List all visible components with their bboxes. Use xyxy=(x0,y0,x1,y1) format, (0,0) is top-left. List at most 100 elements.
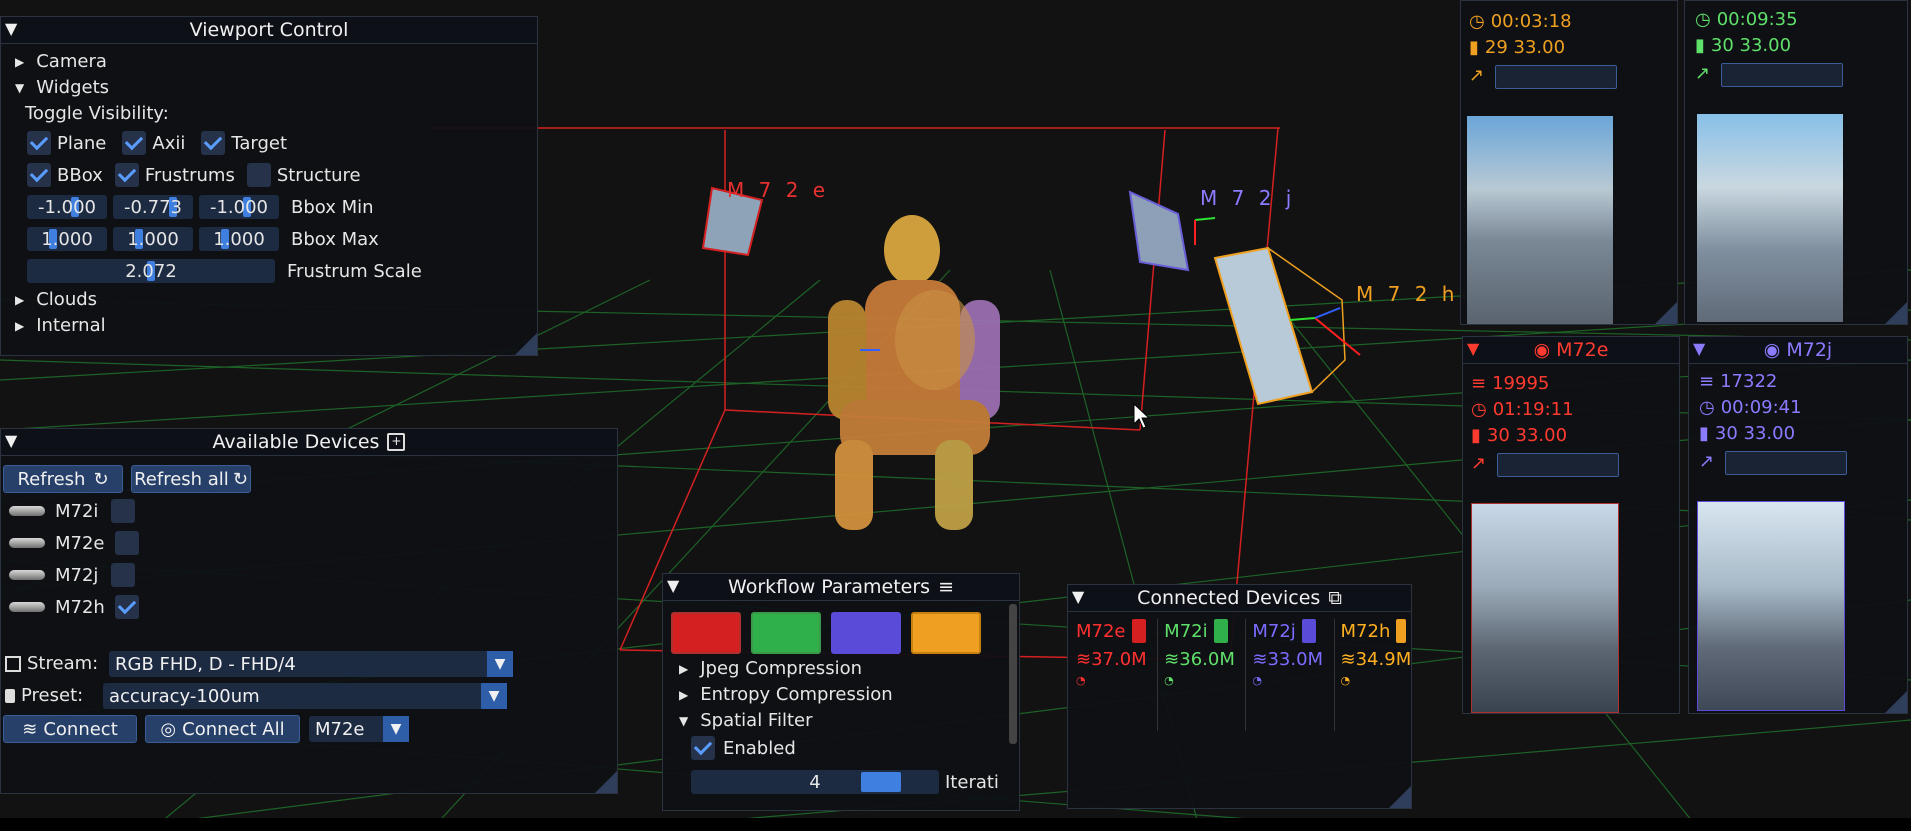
refresh-button[interactable]: Refresh ↻ xyxy=(3,465,123,493)
chevron-down-icon: ▼ xyxy=(383,716,409,742)
toggle-visibility-label: Toggle Visibility: xyxy=(25,103,169,124)
tree-node-widgets[interactable]: ▼ Widgets xyxy=(15,77,109,98)
resize-grip[interactable] xyxy=(1389,786,1411,808)
connect-target-combo[interactable]: M72e ▼ xyxy=(309,716,409,742)
connected-devices-titlebar[interactable]: ▼ Connected Devices ⧉ xyxy=(1068,585,1411,612)
points-icon: ≡ xyxy=(1471,373,1487,394)
collapse-triangle-icon[interactable]: ▼ xyxy=(1072,587,1084,606)
card-titlebar[interactable]: ▼ ◉ M72e xyxy=(1463,337,1679,364)
device-card-top-left: ◷ 00:03:18 ▮ 29 33.00 ↗ xyxy=(1460,0,1678,325)
bbox-min-z-slider[interactable]: -1.000 xyxy=(199,195,279,219)
available-devices-titlebar[interactable]: ▼ Available Devices + xyxy=(1,429,617,456)
wifi-icon: ≋ xyxy=(1164,649,1180,670)
device-card-top-right: ◷ 00:09:35 ▮ 30 33.00 ↗ xyxy=(1684,0,1908,325)
refresh-icon: ↻ xyxy=(232,468,248,490)
collapse-triangle-icon[interactable]: ▼ xyxy=(5,19,17,38)
iterations-slider[interactable]: 4 xyxy=(691,770,939,794)
stream-icon xyxy=(5,655,21,672)
swatch-red[interactable] xyxy=(671,612,741,654)
collapse-triangle-icon: ▼ xyxy=(1693,339,1706,358)
target-checkbox[interactable] xyxy=(201,131,226,155)
sparkline xyxy=(1721,63,1843,87)
3d-icon: ◔ xyxy=(1164,674,1174,687)
refresh-all-button[interactable]: Refresh all ↻ xyxy=(131,465,251,493)
collapse-triangle-icon[interactable]: ▼ xyxy=(667,576,679,595)
frustrums-checkbox[interactable] xyxy=(114,163,139,187)
bbox-max-y-slider[interactable]: 1.000 xyxy=(113,227,193,251)
plane-checkbox[interactable] xyxy=(27,131,51,155)
camera-device-icon xyxy=(9,602,45,612)
panel-title: Viewport Control xyxy=(189,19,349,41)
swatch-green[interactable] xyxy=(751,612,821,654)
connected-device-columns: M72e ≋37.0M ◔ M72i ≋36.0M ◔ M72j ≋33.0M … xyxy=(1076,619,1411,731)
device-m72e-checkbox[interactable] xyxy=(115,531,139,555)
axii-checkbox[interactable] xyxy=(122,131,147,155)
workflow-titlebar[interactable]: ▼ Workflow Parameters ≡ xyxy=(663,574,1019,601)
device-row: M72i xyxy=(9,499,135,523)
bbox-max-x-slider[interactable]: 1.000 xyxy=(27,227,107,251)
signal-icon: ◎ xyxy=(160,718,177,740)
swatch-purple[interactable] xyxy=(831,612,901,654)
connected-devices-panel: ▼ Connected Devices ⧉ M72e ≋37.0M ◔ M72i… xyxy=(1067,584,1412,809)
swatch-orange[interactable] xyxy=(911,612,981,654)
bbox-min-x-slider[interactable]: -1.000 xyxy=(27,195,107,219)
wifi-icon: ≋ xyxy=(1340,649,1356,670)
camera-device-icon xyxy=(9,538,45,548)
expand-arrow-icon: ▶ xyxy=(15,318,25,333)
chart-icon: ↗ xyxy=(1699,451,1715,472)
connect-button[interactable]: ≋ Connect xyxy=(3,715,137,743)
collapse-triangle-icon[interactable]: ▼ xyxy=(5,431,17,450)
viewport-control-titlebar[interactable]: ▼ Viewport Control xyxy=(1,17,537,44)
expand-arrow-icon: ▶ xyxy=(15,292,25,307)
bbox-max-z-slider[interactable]: 1.000 xyxy=(199,227,279,251)
connected-device-m72h[interactable]: M72h ≋34.9M ◔ xyxy=(1335,619,1411,731)
device-card-m72e: ▼ ◉ M72e ≡ 19995 ◷ 01:19:11 ▮ 30 33.00 ↗ xyxy=(1462,336,1680,714)
camera-preview-image xyxy=(1697,501,1845,711)
chart-icon: ↗ xyxy=(1695,63,1711,84)
chart-icon: ↗ xyxy=(1471,453,1487,474)
tree-node-camera[interactable]: ▶ Camera xyxy=(15,51,107,72)
expand-arrow-icon: ▶ xyxy=(679,687,689,702)
collapse-triangle-icon: ▼ xyxy=(1467,339,1480,358)
tree-node-jpeg[interactable]: ▶ Jpeg Compression xyxy=(679,658,862,679)
bbox-min-y-slider[interactable]: -0.773 xyxy=(113,195,193,219)
resize-grip[interactable] xyxy=(1655,302,1677,324)
structure-checkbox[interactable] xyxy=(246,163,271,187)
3d-icon: ◔ xyxy=(1340,674,1351,687)
resize-grip[interactable] xyxy=(1885,691,1907,713)
preset-combo[interactable]: accuracy-100um ▼ xyxy=(103,683,507,709)
sparkline xyxy=(1495,65,1617,89)
connected-device-m72j[interactable]: M72j ≋33.0M ◔ xyxy=(1246,619,1335,731)
resize-grip[interactable] xyxy=(1885,302,1907,324)
tree-node-clouds[interactable]: ▶ Clouds xyxy=(15,289,97,310)
tree-node-spatial[interactable]: ▼ Spatial Filter xyxy=(679,710,813,731)
tree-node-internal[interactable]: ▶ Internal xyxy=(15,315,106,336)
add-device-icon: + xyxy=(387,433,406,451)
frustrum-scale-slider[interactable]: 2.072 xyxy=(27,259,275,283)
connected-device-m72i[interactable]: M72i ≋36.0M ◔ xyxy=(1158,619,1247,731)
connected-device-m72e[interactable]: M72e ≋37.0M ◔ xyxy=(1076,619,1159,731)
device-m72i-checkbox[interactable] xyxy=(111,499,135,523)
3d-icon: ◔ xyxy=(1076,674,1086,687)
camera-device-icon xyxy=(9,506,45,516)
resize-grip[interactable] xyxy=(515,333,537,355)
connect-all-button[interactable]: ◎ Connect All xyxy=(145,715,300,743)
camera-preview-image xyxy=(1697,114,1843,322)
tree-node-entropy[interactable]: ▶ Entropy Compression xyxy=(679,684,893,705)
spatial-enabled-checkbox[interactable] xyxy=(691,736,715,760)
stream-combo[interactable]: RGB FHD, D - FHD/4 ▼ xyxy=(109,651,513,677)
device-m72h-checkbox[interactable] xyxy=(115,595,139,619)
wifi-icon: ≋ xyxy=(22,718,38,740)
bbox-checkbox[interactable] xyxy=(27,163,51,187)
collapse-arrow-icon: ▼ xyxy=(15,80,25,95)
device-row: M72e xyxy=(9,531,139,555)
wifi-icon: ≋ xyxy=(1076,649,1092,670)
scene-label-m72h: M 7 2 h xyxy=(1356,282,1459,306)
collapse-arrow-icon: ▼ xyxy=(679,713,689,728)
chevron-down-icon: ▼ xyxy=(487,651,513,677)
resize-grip[interactable] xyxy=(595,771,617,793)
device-m72j-checkbox[interactable] xyxy=(111,563,135,587)
scrollbar[interactable] xyxy=(1009,604,1017,744)
clock-icon: ◷ xyxy=(1469,11,1485,32)
card-titlebar[interactable]: ▼ ◉ M72j xyxy=(1689,337,1907,364)
